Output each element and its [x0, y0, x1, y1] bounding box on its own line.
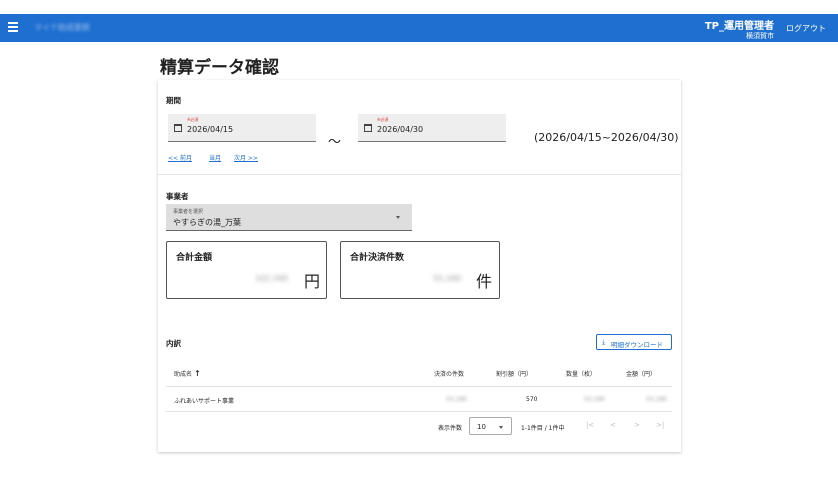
- divider: [158, 174, 681, 175]
- business-label: 事業者: [166, 192, 189, 201]
- breakdown-label: 内訳: [166, 339, 181, 348]
- menu-icon[interactable]: [8, 22, 18, 32]
- total-amount-unit: 円: [304, 272, 321, 291]
- date-range-text: (2026/04/15~2026/04/30): [534, 131, 679, 144]
- end-date-required-label: ※必須: [377, 117, 389, 122]
- next-page-button[interactable]: >: [634, 421, 640, 429]
- end-date-value: 2026/04/30: [377, 125, 424, 134]
- prev-month-link[interactable]: << 前月: [168, 153, 192, 162]
- rows-per-page-value: 10: [477, 423, 486, 431]
- calendar-icon[interactable]: [364, 124, 372, 132]
- total-count-unit: 件: [476, 272, 493, 291]
- period-label: 期間: [166, 96, 181, 105]
- logout-button[interactable]: ログアウト: [786, 23, 826, 34]
- total-count-box: 合計決済件数 55,180 件: [340, 241, 500, 299]
- total-count-value: 55,180: [433, 274, 461, 283]
- body-row-divider: [166, 411, 672, 412]
- previous-page-button[interactable]: <: [610, 421, 616, 429]
- column-header-count[interactable]: 決済の件数: [434, 369, 464, 378]
- header-row-divider: [166, 386, 672, 387]
- user-organization: 横須賀市: [746, 32, 774, 40]
- row-quantity: 55,180: [584, 396, 605, 403]
- total-amount-title: 合計金額: [176, 253, 213, 263]
- business-select-label: 事業者を選択: [173, 209, 204, 215]
- business-select[interactable]: 事業者を選択 やすらぎの湯_万葉: [166, 204, 412, 231]
- next-month-link[interactable]: 次月 >>: [234, 153, 258, 162]
- column-header-discount[interactable]: 割引額（円）: [496, 369, 532, 378]
- start-date-field[interactable]: ※必須 2026/04/15: [168, 114, 316, 142]
- current-month-link[interactable]: 当月: [209, 153, 221, 162]
- app-title: マイナ助成業務: [34, 23, 90, 32]
- app-bar: マイナ助成業務 TP_運用管理者 横須賀市 ログアウト: [0, 14, 838, 42]
- column-header-name[interactable]: 助成名 ↑: [174, 369, 201, 378]
- dropdown-arrow-icon: [499, 426, 503, 429]
- row-discount: 570: [526, 396, 538, 403]
- sort-ascending-icon[interactable]: ↑: [194, 369, 201, 378]
- calendar-icon[interactable]: [174, 124, 182, 132]
- row-amount: 55,180: [646, 396, 667, 403]
- start-date-value: 2026/04/15: [187, 125, 234, 134]
- rows-per-page-select[interactable]: 10: [469, 417, 512, 435]
- column-header-amount[interactable]: 金額（円）: [626, 369, 656, 378]
- rows-per-page-label: 表示件数: [438, 425, 463, 432]
- total-amount-value: 102,340: [255, 274, 289, 283]
- total-count-title: 合計決済件数: [350, 253, 405, 263]
- row-name: ふれあいサポート事業: [174, 398, 235, 405]
- download-details-label: 明細ダウンロード: [611, 341, 663, 349]
- date-range-separator: 〜: [328, 135, 342, 150]
- business-select-value: やすらぎの湯_万葉: [173, 218, 241, 227]
- download-icon: ⤓: [602, 338, 606, 346]
- column-header-quantity[interactable]: 数量（枚）: [566, 369, 596, 378]
- dropdown-arrow-icon: [396, 216, 400, 219]
- page-title: 精算データ確認: [160, 58, 279, 78]
- user-name: TP_運用管理者: [704, 21, 774, 32]
- start-date-required-label: ※必須: [187, 117, 199, 122]
- download-details-button[interactable]: ⤓ 明細ダウンロード: [596, 334, 672, 350]
- end-date-field[interactable]: ※必須 2026/04/30: [358, 114, 506, 142]
- total-amount-box: 合計金額 102,340 円: [166, 241, 327, 299]
- first-page-button[interactable]: |<: [586, 421, 594, 429]
- pagination-info: 1-1件目 / 1件中: [521, 425, 565, 432]
- row-count: 55,180: [446, 396, 467, 403]
- last-page-button[interactable]: >|: [656, 421, 664, 429]
- main-card: 期間 ※必須 2026/04/15 〜 ※必須 2026/04/30 (2026…: [158, 80, 681, 452]
